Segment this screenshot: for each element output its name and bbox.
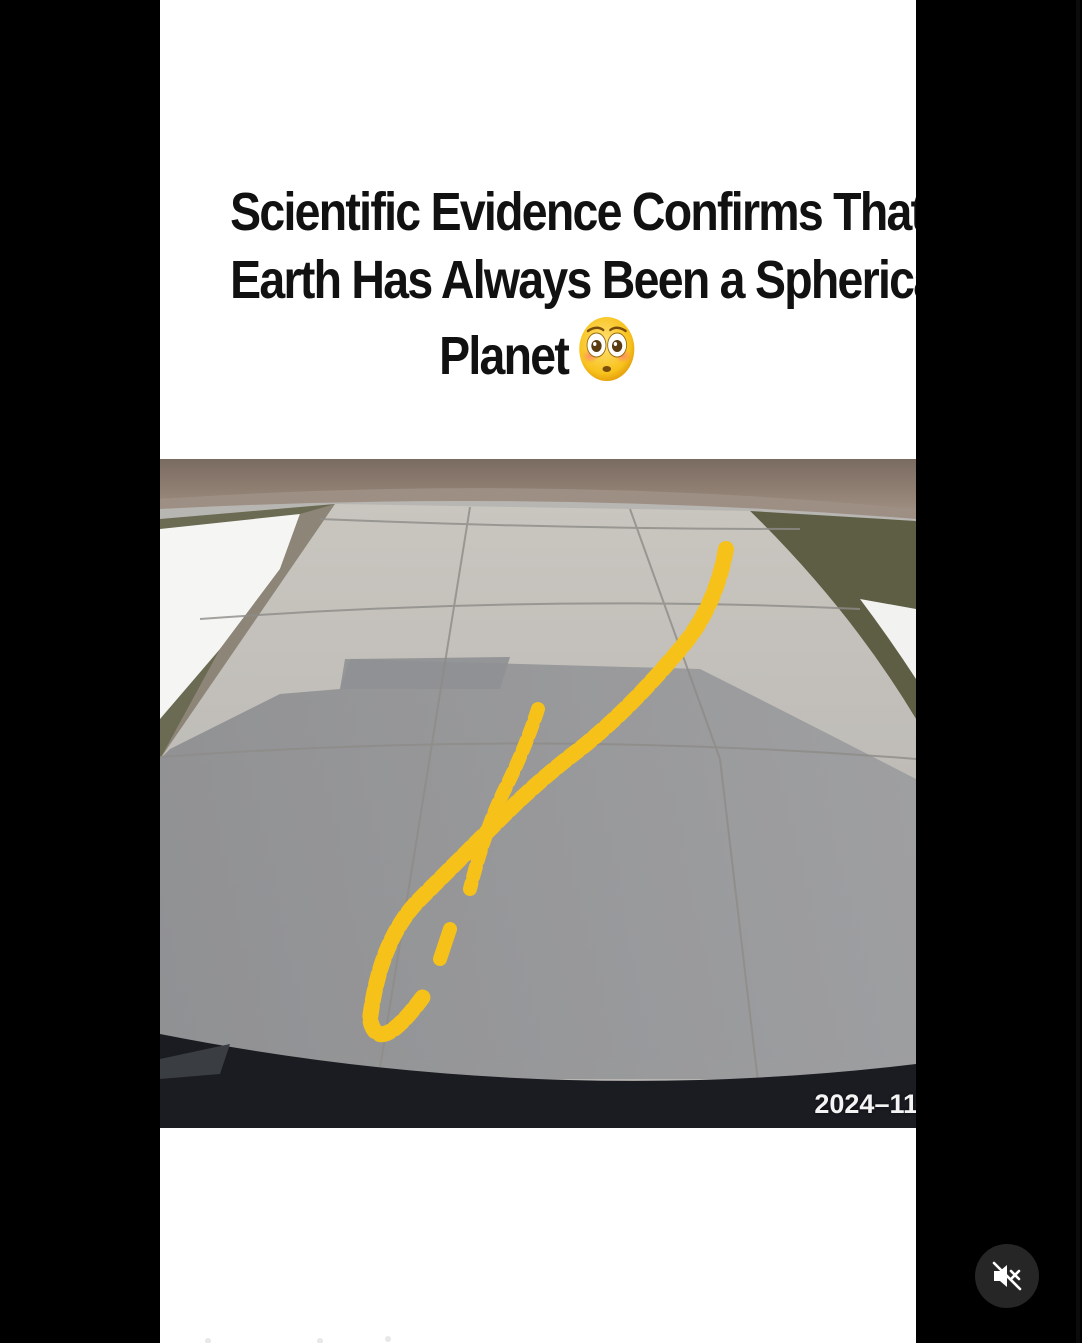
reel-viewer: Scientific Evidence Confirms That Earth …	[0, 0, 1082, 1343]
flushed-face-emoji-icon	[577, 314, 637, 400]
caption-line-3-text: Planet	[439, 326, 570, 386]
caption-line-3: Planet	[230, 314, 846, 400]
caption-line-2: Earth Has Always Been a Spherical	[230, 250, 916, 310]
bottom-artifact-dots	[205, 1336, 391, 1343]
post-caption: Scientific Evidence Confirms That Earth …	[230, 178, 916, 400]
speaker-muted-icon	[992, 1261, 1022, 1291]
video-timestamp: 2024–11	[814, 1089, 916, 1119]
reel-card[interactable]: Scientific Evidence Confirms That Earth …	[160, 0, 916, 1343]
mute-toggle-button[interactable]	[975, 1244, 1039, 1308]
video-frame[interactable]: 2024–11	[160, 459, 916, 1128]
caption-line-1: Scientific Evidence Confirms That	[230, 182, 916, 242]
driveway-scene	[160, 459, 916, 1128]
page-scrollbar[interactable]	[1076, 0, 1080, 1343]
